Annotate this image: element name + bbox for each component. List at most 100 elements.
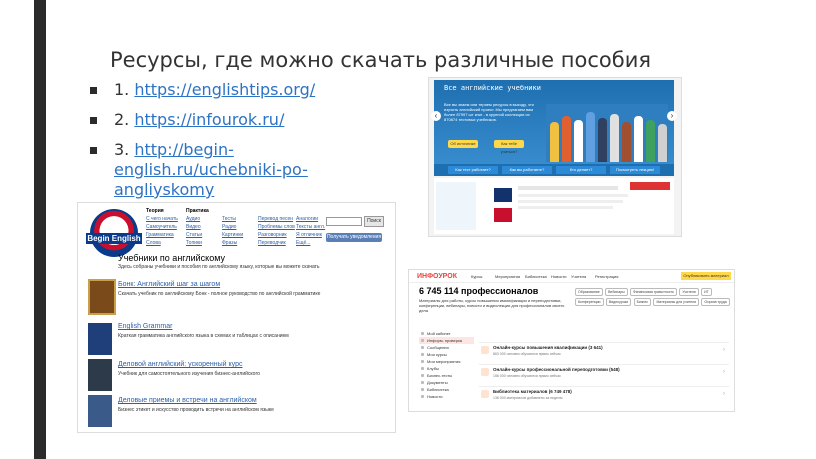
infourok-sidebar: Мой кабинет Информ. проверка Сообщения М… — [419, 330, 474, 410]
menu-item[interactable]: С чего начать — [146, 215, 188, 223]
menu-item[interactable]: Самоучитель — [146, 223, 188, 231]
tag[interactable]: Видеоуроки — [605, 298, 632, 306]
tag[interactable]: Материалы для учителя — [653, 298, 699, 306]
nav-events[interactable]: Мероприятия — [495, 274, 520, 279]
book-description: Учебник для самостоятельного изучения би… — [118, 371, 260, 377]
tag[interactable]: Конференции — [575, 298, 604, 306]
sidebar-item[interactable]: Библиотека — [419, 386, 474, 393]
nav-library[interactable]: Библиотека — [525, 274, 547, 279]
tab-watch-lecture[interactable]: Посмотреть лекцию! — [610, 166, 660, 174]
menu-column: Перевод песен Проблемы слов Разговорник … — [258, 207, 300, 247]
notify-button[interactable]: Получать уведомления — [326, 233, 382, 242]
infourok-main-screenshot: ИНФОУРОК Курсы Мероприятия Библиотека Но… — [408, 269, 735, 412]
feature-title: Библиотека материалов (6 749 478) — [493, 389, 572, 394]
book-description: Скачать учебник по английскому Бонк - по… — [118, 291, 321, 297]
tag-list: Образование Вебинары Финансовая грамотно… — [575, 288, 731, 308]
tab-who-does[interactable]: Кто делает? — [556, 166, 606, 174]
banner-title: Все английские учебники — [444, 84, 541, 92]
menu-item[interactable]: Проблемы слов — [258, 223, 300, 231]
slide-accent-bar — [34, 0, 46, 459]
carousel-prev-icon[interactable]: ‹ — [431, 111, 441, 121]
nav-news[interactable]: Новости — [551, 274, 566, 279]
menu-item[interactable]: Слова — [146, 239, 188, 247]
search-button[interactable]: Поиск — [364, 216, 384, 227]
book-cover-image[interactable] — [88, 395, 112, 427]
banner-text: Все вы знаем или теряем ресурсы в выходу… — [444, 102, 535, 122]
sidebar-item[interactable]: Бизнес-тесты — [419, 372, 474, 379]
feature-title: Онлайн-курсы профессиональной переподгот… — [493, 367, 620, 372]
chevron-right-icon: › — [723, 347, 725, 353]
tag[interactable]: Учителя — [679, 288, 699, 296]
book-description: Краткая грамматика английского языка в с… — [118, 333, 289, 339]
sidebar-item[interactable]: Сообщения — [419, 344, 474, 351]
link-number: 3. — [114, 140, 130, 159]
menu-item[interactable]: Переводчик — [258, 239, 300, 247]
link-list: 1. https://englishtips.org/ 2. https://i… — [90, 80, 390, 210]
tag[interactable]: Бизнес — [633, 298, 652, 306]
nav-teachers[interactable]: Учителя — [571, 274, 586, 279]
link-item-3: 3. http://begin-english.ru/uchebniki-po-… — [90, 140, 390, 200]
menu-item[interactable]: Грамматика — [146, 231, 188, 239]
page-subtitle: Здесь собраны учебники и пособия по англ… — [118, 264, 320, 270]
feature-row[interactable]: Онлайн-курсы профессиональной переподгот… — [479, 364, 729, 381]
courses-icon — [481, 346, 489, 354]
learn-button[interactable]: Как тебе учиться? — [494, 140, 524, 154]
begin-english-link[interactable]: http://begin-english.ru/uchebniki-po-ang… — [114, 140, 308, 199]
sidebar-item[interactable]: Мои курсы — [419, 351, 474, 358]
sidebar-item[interactable]: Мой кабинет — [419, 330, 474, 337]
slide-title: Ресурсы, где можно скачать различные пос… — [110, 48, 651, 72]
tag[interactable]: Вебинары — [605, 288, 628, 296]
menu-item[interactable]: Перевод песен — [258, 215, 300, 223]
carousel-next-icon[interactable]: › — [667, 111, 677, 121]
tag[interactable]: Финансовая грамотность — [630, 288, 677, 296]
sidebar-item[interactable]: Клубы — [419, 365, 474, 372]
sidebar-item[interactable]: Мои мероприятия — [419, 358, 474, 365]
book-cover-image[interactable] — [88, 323, 112, 355]
tag[interactable]: ИТ — [701, 288, 712, 296]
professionals-count: 6 745 114 профессионалов — [419, 286, 539, 296]
bullet-square-icon — [90, 87, 97, 94]
search-input[interactable] — [326, 217, 362, 226]
feature-title: Онлайн-курсы повышения квалификации (3 6… — [493, 345, 603, 350]
tag[interactable]: Охрана труда — [701, 298, 730, 306]
book-cover-image[interactable] — [88, 279, 116, 315]
book-title-link[interactable]: English Grammar — [118, 323, 172, 330]
book-title-link[interactable]: Деловые приемы и встречи на английском — [118, 397, 257, 404]
book-title-link[interactable]: Бонк: Английский шаг за шагом — [118, 281, 220, 288]
link-item-2: 2. https://infourok.ru/ — [90, 110, 390, 130]
book-cover-image[interactable] — [88, 359, 112, 391]
library-icon — [481, 390, 489, 398]
about-button[interactable]: Об источнике — [448, 140, 478, 148]
feature-subtitle: 156 000 человек обучаются прямо сейчас — [493, 374, 561, 378]
englishtips-link[interactable]: https://englishtips.org/ — [134, 80, 315, 99]
tab-how-test-works[interactable]: Как тест работает? — [448, 166, 498, 174]
sidebar-item[interactable]: Документы — [419, 379, 474, 386]
tab-how-you-work[interactable]: Как вы работаете? — [502, 166, 552, 174]
menu-column: Теория С чего начать Самоучитель Граммат… — [146, 207, 188, 247]
bullet-square-icon — [90, 147, 97, 154]
sidebar-item-active[interactable]: Информ. проверка — [419, 337, 474, 344]
feature-row[interactable]: Онлайн-курсы повышения квалификации (3 6… — [479, 342, 729, 359]
banner: Все английские учебники Все вы знаем или… — [434, 80, 674, 172]
book-title-link[interactable]: Деловой английский: ускоренный курс — [118, 361, 243, 368]
link-number: 2. — [114, 110, 130, 129]
chevron-right-icon: › — [723, 391, 725, 397]
nav-register[interactable]: Регистрация — [595, 274, 618, 279]
banner-people-image — [546, 104, 668, 162]
sidebar-item[interactable]: Новости — [419, 393, 474, 400]
menu-item[interactable]: Разговорник — [258, 231, 300, 239]
menu-heading: Теория — [146, 208, 164, 214]
infourok-link[interactable]: https://infourok.ru/ — [134, 110, 284, 129]
tag[interactable]: Образование — [575, 288, 603, 296]
infourok-logo[interactable]: ИНФОУРОК — [417, 273, 457, 280]
publish-material-button[interactable]: Опубликовать материал — [681, 272, 731, 280]
chevron-right-icon: › — [723, 369, 725, 375]
begin-english-screenshot: Begin English Теория С чего начать Самоу… — [77, 202, 396, 433]
link-item-1: 1. https://englishtips.org/ — [90, 80, 390, 100]
nav-courses[interactable]: Курсы — [471, 274, 482, 279]
feature-row[interactable]: Библиотека материалов (6 749 478) 136 00… — [479, 386, 729, 403]
banner-body-content — [434, 178, 674, 234]
infourok-banner-screenshot: Все английские учебники Все вы знаем или… — [428, 77, 682, 237]
link-number: 1. — [114, 80, 130, 99]
lead-text: Материалы для работы, курсы повышения кв… — [419, 298, 565, 313]
